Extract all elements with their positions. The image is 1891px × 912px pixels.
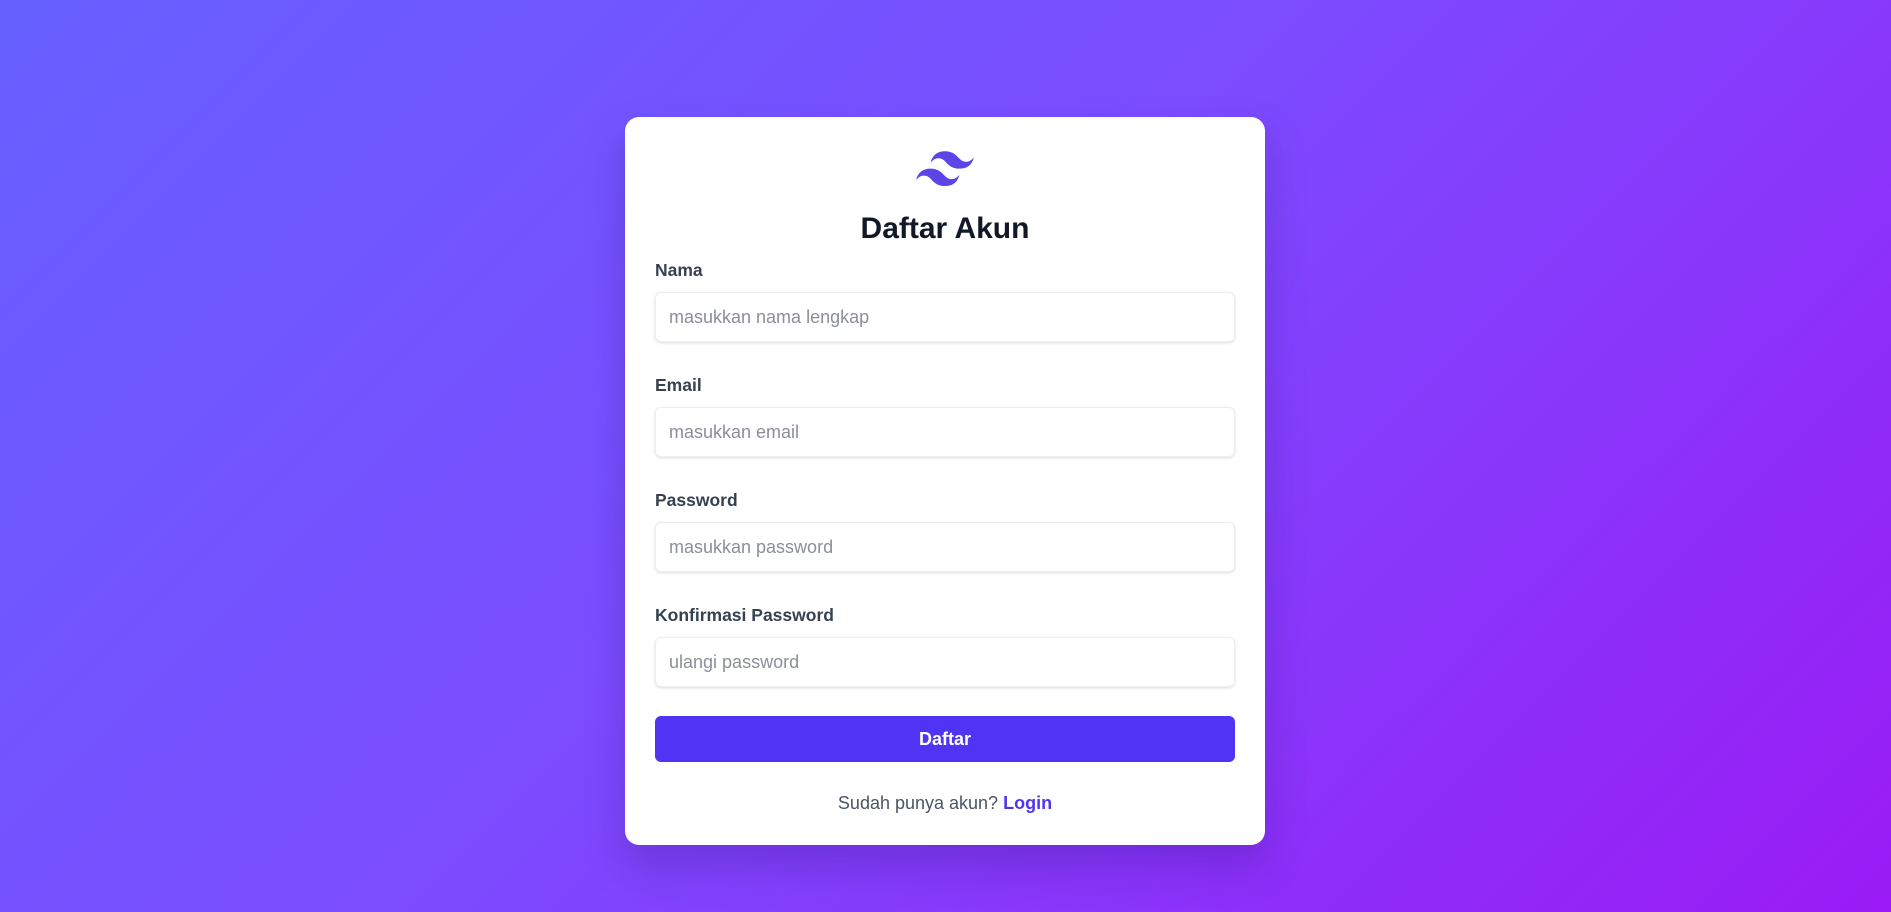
logo <box>625 151 1265 191</box>
login-prompt-text: Sudah punya akun? <box>837 793 999 813</box>
email-label: Email <box>655 375 702 395</box>
name-label: Nama <box>655 260 703 280</box>
register-button[interactable]: Daftar <box>655 716 1235 762</box>
password-field-group: Password <box>655 488 1235 572</box>
page-title: Daftar Akun <box>860 212 1030 245</box>
register-card: Daftar Akun Nama Email Password Konfirma… <box>625 117 1265 845</box>
confirm-password-label: Konfirmasi Password <box>655 605 834 625</box>
confirm-password-input[interactable] <box>655 637 1235 687</box>
name-field-group: Nama <box>655 258 1235 342</box>
login-link[interactable]: Login <box>1003 793 1052 813</box>
confirm-password-field-group: Konfirmasi Password <box>655 603 1235 687</box>
email-input[interactable] <box>655 407 1235 457</box>
login-prompt: Sudah punya akun? Login <box>625 791 1265 815</box>
email-field-group: Email <box>655 373 1235 457</box>
password-label: Password <box>655 490 738 510</box>
name-input[interactable] <box>655 292 1235 342</box>
tailwind-waves-icon <box>916 151 974 187</box>
password-input[interactable] <box>655 522 1235 572</box>
